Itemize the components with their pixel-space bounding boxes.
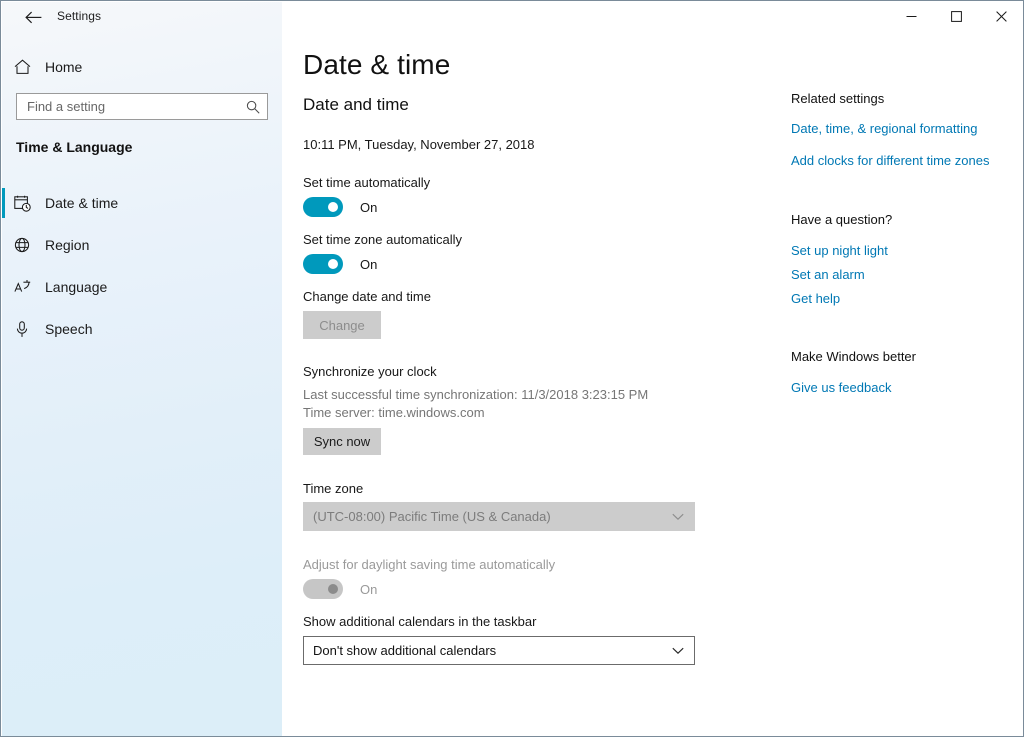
set-time-automatically-label: Set time automatically [303,175,430,190]
chevron-down-icon [672,513,694,521]
back-arrow-icon[interactable] [22,7,44,27]
page-title: Date & time [303,49,450,81]
toggle-knob [328,202,338,212]
link-date-time-regional-formatting[interactable]: Date, time, & regional formatting [791,121,1011,136]
related-settings-panel: Related settings Date, time, & regional … [791,91,1011,395]
selection-indicator [2,230,5,260]
main-content: Date & time Date and time 10:11 PM, Tues… [282,32,1024,737]
last-sync-text: Last successful time synchronization: 11… [303,387,648,402]
time-server-text: Time server: time.windows.com [303,405,485,420]
sidebar-item-date-time[interactable]: Date & time [2,182,282,224]
search-box[interactable] [16,93,268,120]
microphone-icon [2,321,42,338]
title-bar: Settings [1,1,1024,32]
search-icon[interactable] [239,100,267,114]
maximize-icon[interactable] [934,1,979,32]
settings-window: Settings Home [0,0,1024,737]
close-icon[interactable] [979,1,1024,32]
related-settings-heading: Related settings [791,91,1011,106]
synchronize-clock-label: Synchronize your clock [303,364,437,379]
toggle-knob [328,584,338,594]
set-time-automatically-state: On [360,200,377,215]
link-add-clocks[interactable]: Add clocks for different time zones [791,153,1011,168]
toggle-knob [328,259,338,269]
app-title: Settings [57,8,101,25]
link-give-us-feedback[interactable]: Give us feedback [791,380,1011,395]
link-set-an-alarm[interactable]: Set an alarm [791,267,1011,282]
additional-calendars-label: Show additional calendars in the taskbar [303,614,536,629]
search-input[interactable] [17,95,239,118]
selection-indicator [2,314,5,344]
sidebar-nav-list: Date & time Region [2,182,282,350]
change-button[interactable]: Change [303,311,381,339]
set-timezone-automatically-label: Set time zone automatically [303,232,462,247]
daylight-saving-toggle[interactable] [303,579,343,599]
have-a-question-heading: Have a question? [791,212,1011,227]
sidebar: Home Time & Language [2,2,282,737]
language-icon [2,279,42,295]
sidebar-item-region[interactable]: Region [2,224,282,266]
section-title-date-and-time: Date and time [303,95,409,115]
change-date-and-time-label: Change date and time [303,289,431,304]
sidebar-item-label: Date & time [45,195,118,211]
sidebar-item-label: Region [45,237,89,253]
daylight-saving-state: On [360,582,377,597]
current-datetime-text: 10:11 PM, Tuesday, November 27, 2018 [303,137,535,152]
sidebar-item-home[interactable]: Home [2,50,282,83]
set-timezone-automatically-row: On [303,254,377,274]
sidebar-item-label: Language [45,279,107,295]
time-zone-value: (UTC-08:00) Pacific Time (US & Canada) [304,509,551,524]
set-timezone-automatically-state: On [360,257,377,272]
sidebar-item-label: Speech [45,321,92,337]
home-icon [2,59,42,75]
link-set-up-night-light[interactable]: Set up night light [791,243,1011,258]
set-timezone-automatically-toggle[interactable] [303,254,343,274]
time-zone-label: Time zone [303,481,363,496]
make-windows-better-heading: Make Windows better [791,349,1011,364]
sidebar-item-language[interactable]: Language [2,266,282,308]
selection-indicator [2,272,5,302]
calendar-clock-icon [2,195,42,212]
sync-now-button[interactable]: Sync now [303,428,381,455]
additional-calendars-value: Don't show additional calendars [304,643,496,658]
sidebar-item-label: Home [45,59,82,75]
chevron-down-icon [672,647,694,655]
time-zone-dropdown[interactable]: (UTC-08:00) Pacific Time (US & Canada) [303,502,695,531]
set-time-automatically-row: On [303,197,377,217]
selection-indicator [2,188,5,218]
daylight-saving-row: On [303,579,377,599]
sidebar-item-speech[interactable]: Speech [2,308,282,350]
globe-icon [2,237,42,253]
set-time-automatically-toggle[interactable] [303,197,343,217]
link-get-help[interactable]: Get help [791,291,1011,306]
minimize-icon[interactable] [889,1,934,32]
daylight-saving-label: Adjust for daylight saving time automati… [303,557,555,572]
sidebar-category-title: Time & Language [16,139,132,155]
additional-calendars-dropdown[interactable]: Don't show additional calendars [303,636,695,665]
